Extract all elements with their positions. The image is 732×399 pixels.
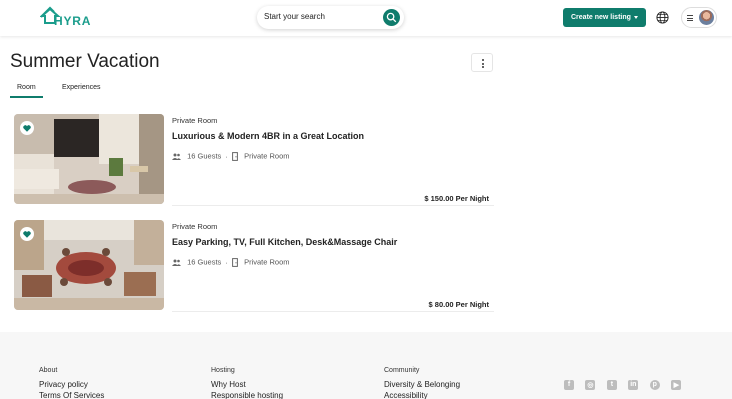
social-links: f ◎ t in p ▶ bbox=[564, 377, 688, 395]
listing-price: $ 80.00 Per Night bbox=[428, 300, 489, 309]
favorite-button[interactable] bbox=[20, 121, 34, 135]
logo-text: HYRA bbox=[54, 14, 92, 28]
search-placeholder: Start your search bbox=[264, 12, 325, 21]
hyra-logo[interactable]: HYRA bbox=[40, 6, 92, 30]
footer-column-hosting: Hosting Why Host Responsible hosting bbox=[211, 367, 283, 399]
listing-photo[interactable] bbox=[14, 220, 164, 310]
meta-separator: · bbox=[225, 151, 228, 161]
top-navbar: HYRA Start your search Create new listin… bbox=[0, 0, 732, 36]
favorite-button[interactable] bbox=[20, 227, 34, 241]
listing-meta: 16 Guests · Private Room bbox=[172, 257, 290, 267]
create-listing-button[interactable]: Create new listing bbox=[563, 8, 646, 27]
more-options-button[interactable] bbox=[471, 53, 493, 72]
door-icon bbox=[232, 151, 238, 161]
user-avatar bbox=[699, 10, 714, 25]
divider bbox=[172, 205, 494, 206]
page-title: Summer Vacation bbox=[10, 51, 160, 72]
tab-experiences[interactable]: Experiences bbox=[55, 78, 108, 98]
footer-column-community: Community Diversity & Belonging Accessib… bbox=[384, 367, 460, 399]
hamburger-menu-icon bbox=[687, 15, 693, 23]
heart-icon bbox=[23, 124, 31, 132]
divider bbox=[172, 311, 494, 312]
listing-price: $ 150.00 Per Night bbox=[424, 194, 489, 203]
chevron-down-icon bbox=[634, 16, 638, 19]
pinterest-icon[interactable]: p bbox=[649, 380, 660, 390]
tab-room-label: Room bbox=[17, 84, 36, 91]
account-menu-button[interactable] bbox=[681, 7, 717, 28]
search-icon bbox=[386, 12, 397, 23]
listing-photo-dining-room bbox=[14, 220, 164, 310]
linkedin-icon[interactable]: in bbox=[628, 380, 639, 390]
listing-photo-living-room bbox=[14, 114, 164, 204]
listing-type: Private Room bbox=[172, 222, 218, 231]
footer: About Privacy policy Terms Of Services H… bbox=[0, 332, 732, 399]
meta-separator: · bbox=[225, 257, 228, 267]
footer-link-diversity[interactable]: Diversity & Belonging bbox=[384, 380, 460, 389]
room-kind: Private Room bbox=[244, 257, 290, 267]
globe-icon[interactable] bbox=[656, 11, 669, 24]
door-icon bbox=[232, 257, 238, 267]
tab-room[interactable]: Room bbox=[10, 78, 43, 98]
listing-title[interactable]: Easy Parking, TV, Full Kitchen, Desk&Mas… bbox=[172, 237, 397, 247]
footer-link-privacy-policy[interactable]: Privacy policy bbox=[39, 380, 104, 389]
listing-card[interactable]: Private Room Easy Parking, TV, Full Kitc… bbox=[14, 220, 494, 312]
listing-card[interactable]: Private Room Luxurious & Modern 4BR in a… bbox=[14, 114, 494, 206]
listing-photo[interactable] bbox=[14, 114, 164, 204]
create-listing-label: Create new listing bbox=[571, 14, 631, 21]
footer-link-why-host[interactable]: Why Host bbox=[211, 380, 283, 389]
guest-count: 16 Guests bbox=[187, 151, 222, 161]
search-bar[interactable]: Start your search bbox=[257, 6, 404, 29]
youtube-icon[interactable]: ▶ bbox=[671, 380, 682, 390]
listing-meta: 16 Guests · Private Room bbox=[172, 151, 290, 161]
listing-title[interactable]: Luxurious & Modern 4BR in a Great Locati… bbox=[172, 131, 364, 141]
footer-link-responsible-hosting[interactable]: Responsible hosting bbox=[211, 391, 283, 399]
footer-heading: About bbox=[39, 367, 58, 374]
twitter-icon[interactable]: t bbox=[606, 380, 617, 390]
heart-icon bbox=[23, 230, 31, 238]
guests-icon bbox=[172, 259, 181, 266]
footer-link-terms[interactable]: Terms Of Services bbox=[39, 391, 104, 399]
footer-heading: Community bbox=[384, 367, 420, 374]
footer-heading: Hosting bbox=[211, 367, 235, 374]
tab-experiences-label: Experiences bbox=[62, 84, 101, 91]
footer-column-about: About Privacy policy Terms Of Services bbox=[39, 367, 104, 399]
room-kind: Private Room bbox=[244, 151, 290, 161]
footer-link-accessibility[interactable]: Accessibility bbox=[384, 391, 460, 399]
guest-count: 16 Guests bbox=[187, 257, 222, 267]
instagram-icon[interactable]: ◎ bbox=[585, 380, 596, 390]
search-button[interactable] bbox=[383, 9, 400, 26]
facebook-icon[interactable]: f bbox=[564, 380, 574, 390]
listing-type: Private Room bbox=[172, 116, 218, 125]
guests-icon bbox=[172, 153, 181, 160]
